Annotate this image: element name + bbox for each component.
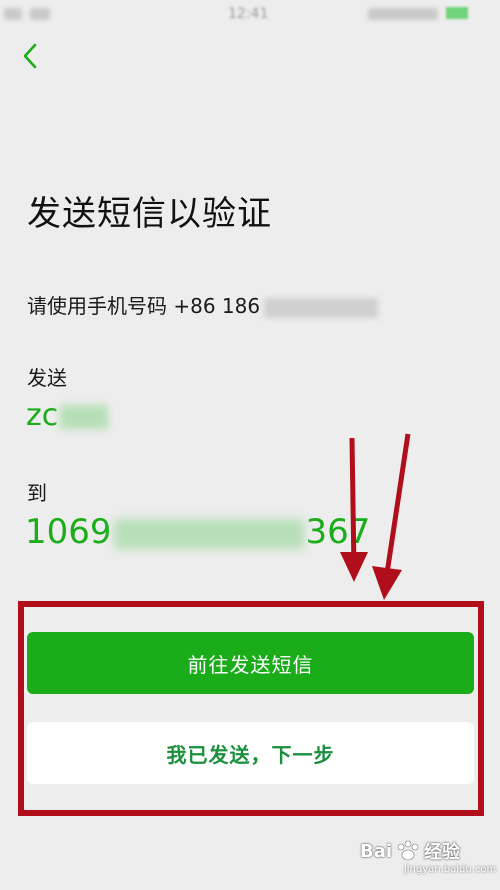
- signal-indicator: [4, 8, 22, 20]
- arrow-head-left: [340, 552, 368, 582]
- battery-icon: [446, 7, 468, 19]
- sms-content-text: zc: [26, 398, 59, 433]
- chevron-left-icon: [23, 43, 37, 69]
- carrier-indicator: [30, 8, 50, 20]
- target-number-prefix: 1069: [25, 512, 112, 552]
- watermark-brand: Bai: [360, 840, 393, 862]
- annotation-highlight-box: [18, 601, 484, 816]
- baidu-watermark: Bai 经验: [360, 838, 460, 864]
- paw-icon: [397, 840, 419, 861]
- send-label: 发送: [27, 366, 67, 390]
- redacted-number-digits: [113, 518, 304, 549]
- screen: 12:41 发送短信以验证 请使用手机号码 +86 186 发送 zc 到 10…: [0, 0, 500, 890]
- phone-instruction: 请使用手机号码 +86 186: [27, 290, 379, 319]
- redacted-sms-content: [60, 404, 109, 429]
- sms-content: zc: [26, 398, 109, 433]
- target-number: 1069 367: [25, 512, 370, 552]
- watermark-url: jingyan.baidu.com: [404, 864, 497, 875]
- phone-prefix-text: 请使用手机号码 +86 186: [27, 294, 261, 318]
- redacted-phone-digits: [264, 297, 379, 318]
- status-bar: 12:41: [0, 0, 500, 28]
- watermark-suffix: 经验: [424, 842, 461, 863]
- annotation-arrows: [340, 433, 411, 600]
- arrow-shaft-left: [349, 437, 357, 571]
- status-time: 12:41: [228, 6, 269, 22]
- to-label: 到: [27, 481, 47, 505]
- arrow-head-right: [372, 566, 402, 600]
- back-button[interactable]: [12, 38, 48, 74]
- status-icons: [368, 8, 438, 20]
- arrow-shaft-right: [383, 433, 411, 581]
- page-title: 发送短信以验证: [27, 194, 272, 234]
